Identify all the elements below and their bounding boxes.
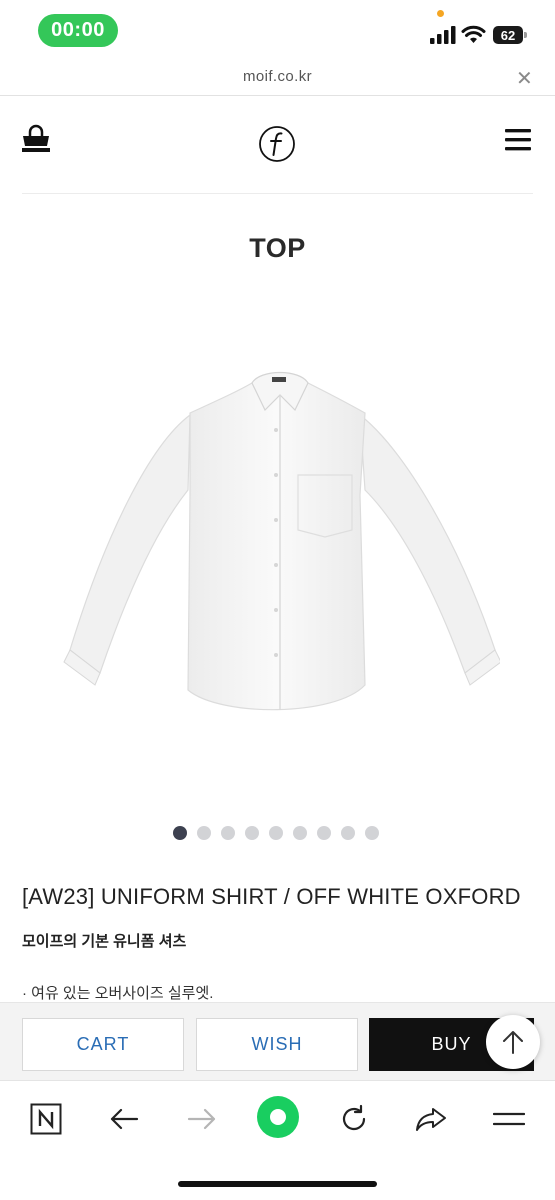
carousel-dot[interactable] bbox=[197, 826, 211, 840]
wifi-icon bbox=[461, 25, 486, 43]
carousel-dot[interactable] bbox=[317, 826, 331, 840]
page: 00:00 62 moif.co.kr ✕ TOP [AW23] UNIFORM… bbox=[0, 0, 555, 1200]
battery-level: 62 bbox=[493, 26, 523, 44]
carousel-dot[interactable] bbox=[293, 826, 307, 840]
close-icon[interactable]: ✕ bbox=[516, 66, 533, 91]
battery-tip bbox=[524, 32, 527, 38]
camera-indicator-dot bbox=[437, 10, 444, 17]
image-carousel-dots bbox=[173, 826, 379, 840]
moif-logo-icon[interactable] bbox=[258, 125, 296, 163]
menu-icon bbox=[493, 1112, 525, 1126]
browser-menu-button[interactable] bbox=[489, 1099, 529, 1139]
status-bar: 00:00 62 bbox=[0, 0, 555, 62]
home-indicator bbox=[178, 1181, 377, 1187]
back-arrow-icon bbox=[110, 1108, 139, 1130]
carousel-dot[interactable] bbox=[245, 826, 259, 840]
carousel-dot[interactable] bbox=[341, 826, 355, 840]
green-home-icon bbox=[257, 1096, 299, 1138]
product-subtitle: 모이프의 기본 유니폼 셔츠 bbox=[22, 933, 187, 950]
url-bar[interactable]: moif.co.kr ✕ bbox=[0, 62, 555, 96]
product-name: [AW23] UNIFORM SHIRT / OFF WHITE OXFORD bbox=[22, 884, 521, 909]
wish-button[interactable]: WISH bbox=[196, 1018, 358, 1071]
cart-button[interactable]: CART bbox=[22, 1018, 184, 1071]
carousel-dot[interactable] bbox=[269, 826, 283, 840]
home-button[interactable] bbox=[256, 1095, 300, 1139]
signal-icon bbox=[430, 26, 456, 44]
forward-button[interactable] bbox=[182, 1099, 222, 1139]
carousel-dot[interactable] bbox=[221, 826, 235, 840]
purchase-action-bar: CART WISH BUY bbox=[0, 1002, 555, 1080]
url-text[interactable]: moif.co.kr bbox=[0, 68, 555, 85]
share-icon bbox=[416, 1108, 446, 1131]
shopping-bag-icon[interactable] bbox=[20, 124, 52, 156]
back-button[interactable] bbox=[104, 1099, 144, 1139]
site-header bbox=[0, 96, 555, 194]
header-divider bbox=[22, 193, 533, 194]
carousel-dot[interactable] bbox=[365, 826, 379, 840]
reload-button[interactable] bbox=[334, 1099, 374, 1139]
status-time: 00:00 bbox=[38, 14, 118, 47]
scroll-to-top-button[interactable] bbox=[486, 1015, 540, 1069]
naver-n-icon bbox=[30, 1103, 62, 1135]
product-description: · 여유 있는 오버사이즈 실루엣. bbox=[22, 985, 214, 1002]
carousel-dot-active[interactable] bbox=[173, 826, 187, 840]
category-title: TOP bbox=[249, 233, 306, 263]
reload-icon bbox=[342, 1104, 366, 1131]
arrow-up-icon bbox=[503, 1031, 523, 1054]
battery-icon: 62 bbox=[493, 26, 527, 44]
share-button[interactable] bbox=[411, 1099, 451, 1139]
product-image[interactable] bbox=[60, 355, 500, 735]
naver-n-button[interactable] bbox=[26, 1099, 66, 1139]
forward-arrow-icon bbox=[187, 1108, 216, 1130]
hamburger-menu-icon[interactable] bbox=[505, 129, 531, 151]
